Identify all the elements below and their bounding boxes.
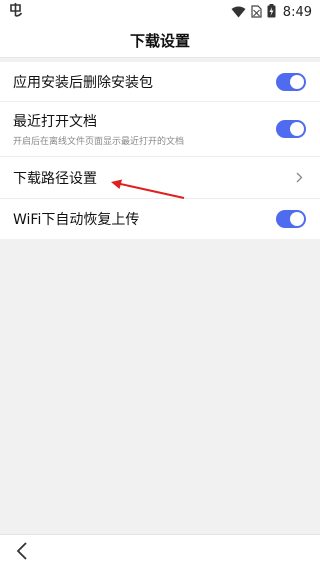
setting-text: 应用安装后删除安装包 (13, 72, 276, 92)
status-right: 8:49 (231, 3, 312, 22)
screen: 8:49 下载设置 应用安装后删除安装包 最近打开文档 开启后在离线文件页面显示… (0, 0, 320, 570)
setting-label: 最近打开文档 (13, 114, 97, 130)
bottom-nav (0, 534, 320, 570)
setting-wifi-resume-upload[interactable]: WiFi下自动恢复上传 (0, 199, 320, 239)
status-bar: 8:49 (0, 0, 320, 24)
setting-text: 最近打开文档 开启后在离线文件页面显示最近打开的文档 (13, 111, 276, 147)
setting-description: 开启后在离线文件页面显示最近打开的文档 (13, 137, 185, 147)
back-icon[interactable] (16, 541, 28, 564)
app-logo-icon (8, 2, 24, 22)
setting-label: WiFi下自动恢复上传 (13, 212, 140, 228)
wifi-icon (231, 3, 246, 22)
status-time: 8:49 (282, 4, 312, 20)
settings-list: 应用安装后删除安装包 最近打开文档 开启后在离线文件页面显示最近打开的文档 下载… (0, 62, 320, 239)
wifi-resume-toggle[interactable] (276, 210, 306, 228)
setting-text: WiFi下自动恢复上传 (13, 209, 276, 229)
recent-docs-toggle[interactable] (276, 120, 306, 138)
title-bar: 下载设置 (0, 24, 320, 58)
delete-package-toggle[interactable] (276, 72, 306, 91)
page-title: 下载设置 (129, 32, 190, 50)
chevron-right-icon (296, 172, 306, 184)
setting-delete-package[interactable]: 应用安装后删除安装包 (0, 62, 320, 102)
setting-recent-docs[interactable]: 最近打开文档 开启后在离线文件页面显示最近打开的文档 (0, 102, 320, 157)
no-sim-icon (251, 3, 262, 22)
setting-label: 应用安装后删除安装包 (13, 74, 153, 91)
toggle-knob (290, 74, 304, 89)
toggle-knob (290, 122, 304, 136)
annotation-arrow-icon (111, 179, 185, 199)
battery-icon (267, 3, 276, 22)
toggle-knob (290, 212, 304, 226)
status-left (8, 2, 24, 22)
